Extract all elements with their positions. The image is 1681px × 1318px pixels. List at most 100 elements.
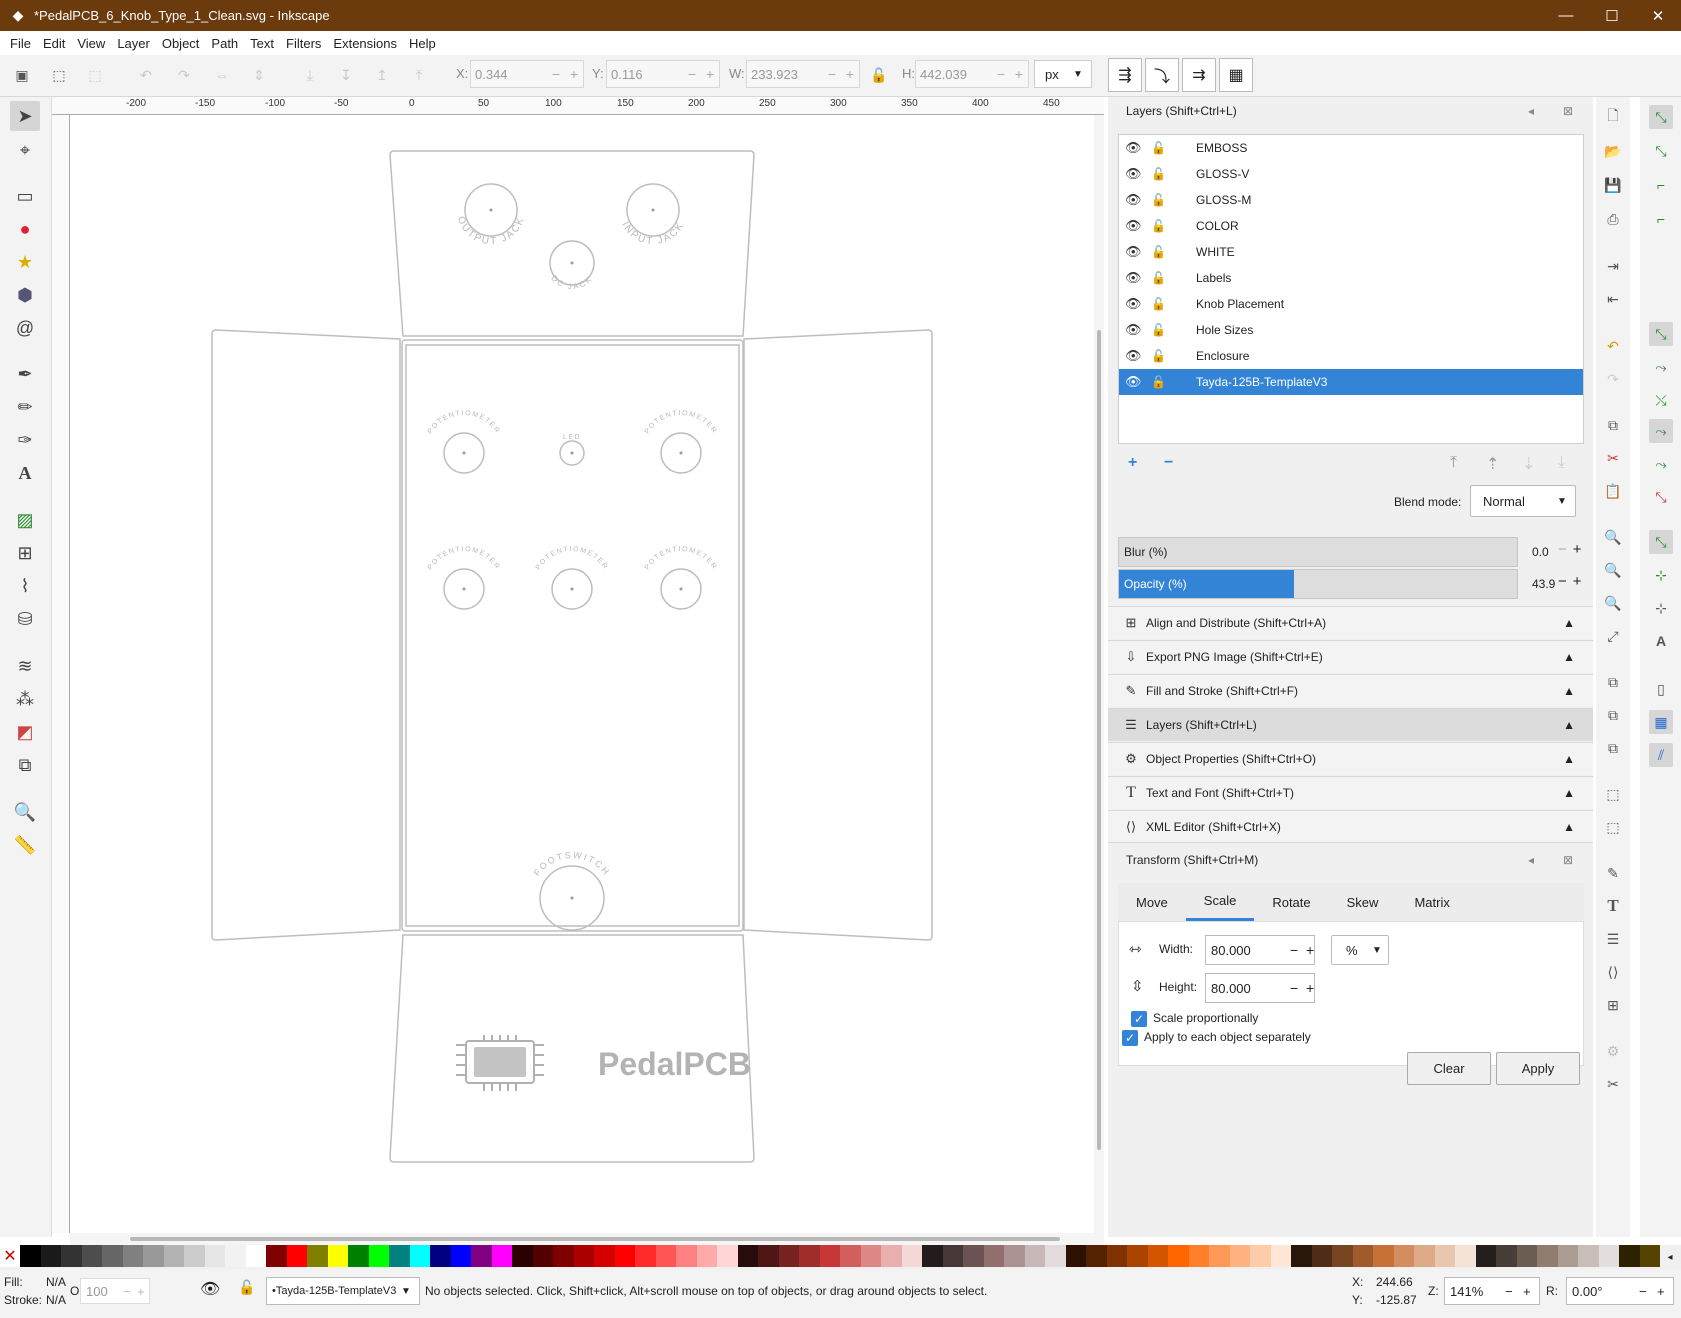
color-swatch[interactable]: [963, 1245, 984, 1267]
panel-xml-editor[interactable]: ⟨⟩ XML Editor (Shift+Ctrl+X) ▲: [1108, 810, 1593, 843]
undock-icon[interactable]: ◂: [1528, 104, 1534, 118]
color-swatch[interactable]: [143, 1245, 164, 1267]
color-swatch[interactable]: [40, 1245, 61, 1267]
color-swatch[interactable]: [368, 1245, 389, 1267]
import-icon[interactable]: ⇥: [1601, 254, 1625, 278]
tab-move[interactable]: Move: [1118, 883, 1186, 921]
minus-icon[interactable]: −: [1558, 541, 1573, 558]
eye-icon[interactable]: 👁: [1125, 244, 1142, 260]
color-swatch[interactable]: [450, 1245, 471, 1267]
rectangle-tool-icon[interactable]: ▭: [10, 181, 40, 211]
color-swatch[interactable]: [655, 1245, 676, 1267]
panel-export[interactable]: ⇩ Export PNG Image (Shift+Ctrl+E) ▲: [1108, 640, 1593, 673]
open-icon[interactable]: 📂: [1601, 139, 1625, 163]
blend-mode-select[interactable]: Normal ▼: [1470, 485, 1576, 517]
unlock-icon[interactable]: 🔓: [1151, 141, 1166, 155]
minus-icon[interactable]: −: [1639, 1284, 1647, 1299]
zoom-page-icon[interactable]: 🔍: [1601, 591, 1625, 615]
color-swatch[interactable]: [1311, 1245, 1332, 1267]
color-swatch[interactable]: [717, 1245, 738, 1267]
scale-unit-select[interactable]: % ▼: [1331, 935, 1389, 965]
h-minus-icon[interactable]: −: [992, 66, 1010, 82]
h-input[interactable]: 442.039 − +: [915, 60, 1029, 88]
print-icon[interactable]: ⎙: [1601, 207, 1625, 231]
eye-icon[interactable]: 👁: [1125, 322, 1142, 338]
tab-rotate[interactable]: Rotate: [1254, 883, 1328, 921]
color-swatch[interactable]: [1024, 1245, 1045, 1267]
node-tool-icon[interactable]: ⌖: [10, 135, 40, 165]
color-swatch[interactable]: [163, 1245, 184, 1267]
unlock-icon[interactable]: 🔓: [1151, 219, 1166, 233]
snap-bbox-edge-icon[interactable]: ⌐: [1649, 173, 1673, 197]
scale-stroke-toggle[interactable]: ⇶: [1108, 58, 1142, 92]
scale-corners-toggle[interactable]: ⤵: [1145, 58, 1179, 92]
pencil-tool-icon[interactable]: ✏: [10, 392, 40, 422]
color-swatch[interactable]: [389, 1245, 410, 1267]
menu-extensions[interactable]: Extensions: [327, 36, 403, 51]
y-minus-icon[interactable]: −: [683, 66, 701, 82]
unlock-icon[interactable]: 🔓: [1151, 375, 1166, 389]
plus-icon[interactable]: +: [1523, 1284, 1531, 1299]
star-tool-icon[interactable]: ★: [10, 247, 40, 277]
color-swatch[interactable]: [573, 1245, 594, 1267]
raise-to-top-icon[interactable]: ⤒: [1450, 454, 1457, 472]
color-swatch[interactable]: [1639, 1245, 1660, 1267]
drawing-canvas[interactable]: OUTPUT JACK INPUT JACK DC JACK POTENTIOM…: [70, 115, 1094, 1233]
height-input[interactable]: 80.000 − +: [1205, 973, 1315, 1003]
color-swatch[interactable]: [1414, 1245, 1435, 1267]
eye-icon[interactable]: 👁: [1125, 374, 1142, 390]
layer-row[interactable]: 👁 🔓 GLOSS-M: [1119, 187, 1583, 213]
plus-icon[interactable]: +: [1657, 1284, 1665, 1299]
color-swatch[interactable]: [286, 1245, 307, 1267]
snap-text-baseline-icon[interactable]: A: [1649, 629, 1673, 653]
align-dialog-icon[interactable]: ⊞: [1601, 993, 1625, 1017]
layer-row[interactable]: 👁 🔓 COLOR: [1119, 213, 1583, 239]
select-all-icon[interactable]: ▣: [9, 62, 35, 88]
color-swatch[interactable]: [635, 1245, 656, 1267]
lower-to-bottom-icon[interactable]: ⤓: [1558, 454, 1565, 472]
color-swatch[interactable]: [471, 1245, 492, 1267]
tab-matrix[interactable]: Matrix: [1396, 883, 1467, 921]
color-swatch[interactable]: [737, 1245, 758, 1267]
color-swatch[interactable]: [553, 1245, 574, 1267]
raise-layer-icon[interactable]: ⇡: [1486, 454, 1499, 474]
color-swatch[interactable]: [1188, 1245, 1209, 1267]
lower-icon[interactable]: ↧: [333, 62, 359, 88]
menu-path[interactable]: Path: [205, 36, 244, 51]
color-swatch[interactable]: [1250, 1245, 1271, 1267]
vertical-ruler[interactable]: [52, 115, 70, 1233]
selector-tool-icon[interactable]: ➤: [10, 101, 40, 131]
plus-icon[interactable]: +: [1573, 541, 1588, 558]
menu-text[interactable]: Text: [244, 36, 280, 51]
color-swatch[interactable]: [676, 1245, 697, 1267]
snap-bbox-icon[interactable]: ⤡: [1649, 139, 1673, 163]
apply-button[interactable]: Apply: [1496, 1052, 1580, 1085]
snap-guide-icon[interactable]: ⫽: [1649, 743, 1673, 767]
export-icon[interactable]: ⇤: [1601, 287, 1625, 311]
current-layer-select[interactable]: •Tayda-125B-TemplateV3 ▼: [266, 1277, 420, 1305]
3d-box-tool-icon[interactable]: ⬢: [10, 280, 40, 310]
eye-icon[interactable]: 👁: [1125, 140, 1142, 156]
measure-tool-icon[interactable]: 📏: [10, 830, 40, 860]
menu-filters[interactable]: Filters: [280, 36, 327, 51]
snap-grid-icon[interactable]: ▦: [1649, 710, 1673, 734]
color-swatch[interactable]: [348, 1245, 369, 1267]
color-swatch[interactable]: [860, 1245, 881, 1267]
minus-icon[interactable]: −: [1558, 573, 1573, 590]
color-swatch[interactable]: [922, 1245, 943, 1267]
blur-track[interactable]: [1118, 537, 1518, 567]
layer-row-selected[interactable]: 👁 🔓 Tayda-125B-TemplateV3: [1119, 369, 1583, 395]
color-swatch[interactable]: [204, 1245, 225, 1267]
eye-icon[interactable]: 👁: [1125, 192, 1142, 208]
ellipse-tool-icon[interactable]: ●: [10, 214, 40, 244]
minimize-button[interactable]: —: [1543, 0, 1589, 31]
plus-icon[interactable]: +: [1306, 980, 1314, 996]
close-button[interactable]: ✕: [1635, 0, 1681, 31]
snap-others-icon[interactable]: ⤡: [1649, 530, 1673, 554]
opacity-slider[interactable]: Opacity (%) 43.9 −+: [1118, 569, 1584, 599]
unlock-icon[interactable]: 🔓: [1151, 349, 1166, 363]
layer-visibility-icon[interactable]: 👁: [200, 1279, 220, 1299]
minus-icon[interactable]: −: [1505, 1284, 1513, 1299]
text-dialog-icon[interactable]: T: [1601, 894, 1625, 918]
layer-row[interactable]: 👁 🔓 GLOSS-V: [1119, 161, 1583, 187]
